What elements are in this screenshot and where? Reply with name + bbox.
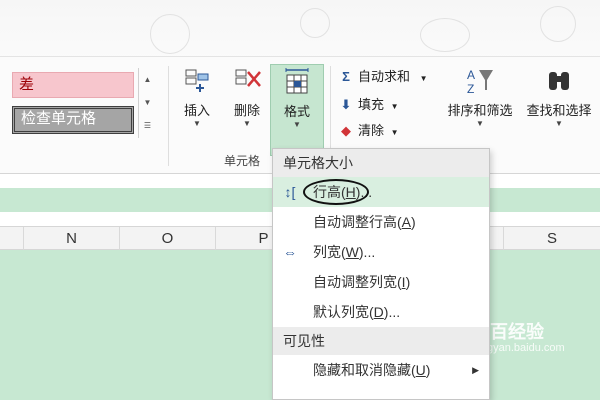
chevron-down-icon: ▼ — [419, 74, 428, 83]
clear-button[interactable]: ◆ 清除 ▼ — [338, 120, 399, 142]
autosum-label: 自动求和 — [358, 69, 411, 84]
sort-filter-label: 排序和筛选 — [447, 103, 513, 118]
chevron-down-icon: ▼ — [390, 102, 399, 111]
autofit-col-suffix: ) — [405, 274, 411, 290]
autofit-row-suffix: ) — [411, 214, 416, 230]
chevron-down-icon: ▼ — [243, 119, 251, 128]
column-width-text: 列宽( — [313, 244, 346, 260]
default-width-text: 默认列宽( — [313, 304, 374, 320]
delete-cells-icon — [232, 66, 262, 96]
format-label: 格式 — [283, 104, 310, 119]
column-width-suffix: )... — [358, 244, 376, 260]
insert-label: 插入 — [183, 103, 210, 118]
chevron-down-icon: ▼ — [193, 119, 201, 128]
hide-unhide-suffix: ) — [425, 362, 431, 378]
svg-text:Z: Z — [467, 82, 474, 96]
find-select-button[interactable]: 查找和选择 ▼ — [520, 66, 598, 129]
menu-item-column-width[interactable]: ⇔ 列宽(W)... — [273, 237, 489, 267]
sort-filter-icon: A Z — [465, 66, 495, 96]
menu-item-hide-unhide[interactable]: 隐藏和取消隐藏(U) ▶ — [273, 355, 489, 385]
autofit-row-text: 自动调整行高( — [313, 214, 402, 230]
autofit-row-key: A — [401, 214, 412, 230]
delete-button[interactable]: 删除 ▼ — [226, 66, 268, 129]
default-width-key: D — [373, 304, 384, 320]
insert-button[interactable]: 插入 ▼ — [176, 66, 218, 129]
chevron-down-icon: ▼ — [293, 120, 301, 129]
highlight-circle — [303, 179, 369, 205]
column-header-s[interactable]: S — [504, 227, 600, 251]
row-height-icon: ↕[ — [284, 184, 296, 200]
column-header-empty — [0, 227, 24, 251]
clear-label: 清除 — [358, 123, 385, 138]
default-width-suffix: )... — [383, 304, 401, 320]
menu-item-autofit-row-height[interactable]: 自动调整行高(A) — [273, 207, 489, 237]
scroll-up-icon[interactable]: ▲ — [139, 68, 156, 91]
chevron-down-icon: ▼ — [476, 119, 484, 128]
style-check-cell[interactable]: 检查单元格 — [12, 106, 134, 134]
gallery-more-icon[interactable]: ☰ — [139, 114, 156, 137]
background-doodles — [0, 0, 600, 60]
fill-down-icon: ⬇ — [340, 97, 352, 112]
binoculars-icon — [544, 66, 574, 96]
autofit-col-text: 自动调整列宽( — [313, 274, 402, 290]
menu-section-visibility: 可见性 — [273, 327, 489, 355]
format-cells-icon — [282, 67, 312, 97]
autosum-button[interactable]: Σ 自动求和 ▼ — [338, 66, 428, 88]
delete-label: 删除 — [233, 103, 260, 118]
sigma-icon: Σ — [342, 69, 350, 84]
cells-group-label: 单元格 — [224, 154, 261, 168]
column-header-o[interactable]: O — [120, 227, 216, 251]
insert-cells-icon — [182, 66, 212, 96]
menu-item-default-width[interactable]: 默认列宽(D)... — [273, 297, 489, 327]
menu-section-cell-size: 单元格大小 — [273, 149, 489, 177]
svg-text:A: A — [467, 68, 475, 82]
column-width-icon: ⇔ — [283, 244, 297, 260]
scroll-down-icon[interactable]: ▼ — [139, 91, 156, 114]
fill-label: 填充 — [358, 97, 385, 112]
hide-unhide-text: 隐藏和取消隐藏( — [313, 362, 416, 378]
ribbon-separator — [168, 66, 169, 166]
find-select-label: 查找和选择 — [526, 103, 592, 118]
style-bad[interactable]: 差 — [12, 72, 134, 98]
column-width-key: W — [345, 244, 359, 260]
chevron-down-icon: ▼ — [555, 119, 563, 128]
submenu-arrow-icon: ▶ — [472, 365, 479, 375]
column-header-n[interactable]: N — [24, 227, 120, 251]
menu-item-row-height[interactable]: ↕[ 行高(H)... — [273, 177, 489, 207]
chevron-down-icon: ▼ — [390, 128, 399, 137]
sort-filter-button[interactable]: A Z 排序和筛选 ▼ — [440, 66, 520, 129]
format-button[interactable]: 格式 ▼ — [270, 64, 324, 156]
format-dropdown-menu: 单元格大小 ↕[ 行高(H)... 自动调整行高(A) ⇔ 列宽(W)... 自… — [272, 148, 490, 400]
gallery-scroller[interactable]: ▲ ▼ ☰ — [138, 68, 156, 138]
fill-button[interactable]: ⬇ 填充 ▼ — [338, 94, 399, 116]
hide-unhide-key: U — [415, 362, 426, 378]
eraser-icon: ◆ — [341, 123, 351, 138]
menu-item-autofit-column-width[interactable]: 自动调整列宽(I) — [273, 267, 489, 297]
